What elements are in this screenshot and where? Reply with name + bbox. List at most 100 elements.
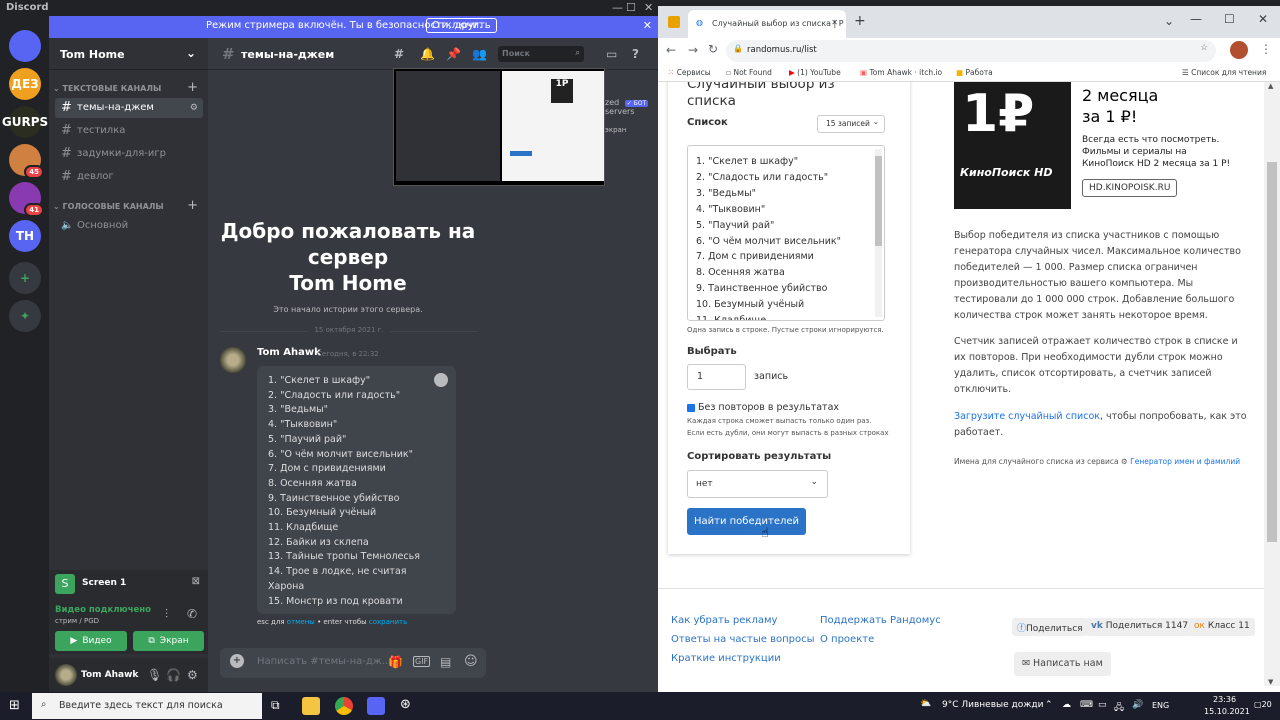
search-input[interactable]: Поиск ⌕ <box>498 46 584 62</box>
load-random-list-link[interactable]: Загрузите случайный список <box>954 411 1100 422</box>
taskbar-search-input[interactable]: ⌕ Введите здесь текст для поиска <box>32 693 262 719</box>
unity-icon[interactable]: ⊛ <box>400 697 411 712</box>
channel-item[interactable]: # девлог <box>55 167 203 187</box>
bell-icon[interactable]: 🔔 <box>420 47 435 61</box>
close-icon[interactable]: ✕ <box>1258 12 1268 26</box>
voice-category[interactable]: ⌄ ГОЛОСОВЫЕ КАНАЛЫ <box>53 202 164 211</box>
server-icon[interactable]: 41 <box>9 182 44 217</box>
maximize-icon[interactable]: ☐ <box>1224 12 1235 26</box>
message-author[interactable]: Tom Ahawk <box>257 347 321 358</box>
footer-link[interactable]: Как убрать рекламу <box>671 615 777 626</box>
ad-banner[interactable]: 1₽ КиноПоиск HD 2 месяца за 1 ₽! Всегда е… <box>944 82 1237 213</box>
file-explorer-icon[interactable] <box>302 697 320 715</box>
winners-count-input[interactable]: 1 <box>687 364 746 390</box>
notifications-icon[interactable]: ▢20 <box>1254 700 1272 709</box>
channel-item[interactable]: # тестилка <box>55 121 203 141</box>
screen-button[interactable]: ⧉ Экран <box>133 631 204 651</box>
headphones-icon[interactable]: 🎧 <box>166 668 181 682</box>
text-category[interactable]: ⌄ ТЕКСТОВЫЕ КАНАЛЫ <box>53 84 161 93</box>
forward-icon[interactable]: → <box>688 43 698 57</box>
settings-icon[interactable]: ⚙ <box>190 98 198 118</box>
pin-icon[interactable]: 📌 <box>446 47 461 61</box>
footer-link[interactable]: О проекте <box>820 634 874 645</box>
sticker-icon[interactable]: ▤ <box>440 655 451 669</box>
members-icon[interactable]: 👥 <box>472 47 487 61</box>
page-scrollbar[interactable]: ▲ ▼ <box>1264 82 1280 686</box>
star-icon[interactable]: ☆ <box>1200 43 1208 53</box>
video-button[interactable]: ▶ Видео <box>55 631 127 651</box>
gif-icon[interactable]: GIF <box>413 656 431 667</box>
avatar[interactable] <box>220 347 246 373</box>
checkbox-checked-icon[interactable] <box>687 403 695 412</box>
discord-taskbar-icon[interactable] <box>367 697 385 715</box>
maximize-icon[interactable]: ☐ <box>626 1 636 14</box>
cloud-icon[interactable]: ☁ <box>1062 700 1071 710</box>
new-tab-icon[interactable]: + <box>854 13 866 29</box>
close-screen-icon[interactable]: ⊠ <box>192 576 200 587</box>
close-icon[interactable]: ✕ <box>644 1 653 14</box>
server-header[interactable]: Tom Home ⌄ <box>49 38 208 70</box>
list-textarea[interactable]: 1. "Скелет в шкафу" 2. "Сладость или гадо… <box>687 145 885 321</box>
emoji-icon[interactable]: ☺ <box>464 654 478 669</box>
chevron-down-icon[interactable]: ⌄ <box>186 46 196 60</box>
browser-tab[interactable]: ◍ Случайный выбор из списка | Р ✕ <box>688 10 846 38</box>
network-icon[interactable]: ⌨ <box>1080 700 1093 710</box>
tray-chevron-icon[interactable]: ⌃ <box>1045 700 1053 710</box>
footer-link[interactable]: Ответы на частые вопросы <box>671 634 814 645</box>
server-icon[interactable]: 45 <box>9 144 44 179</box>
write-us-button[interactable]: ✉ Написать нам <box>1014 652 1111 676</box>
help-icon[interactable]: ? <box>632 47 639 61</box>
disable-streamer-button[interactable]: Отключить <box>426 18 497 33</box>
cancel-link[interactable]: отмены <box>287 618 315 626</box>
channel-item[interactable]: # задумки-для-игр <box>55 144 203 164</box>
add-voice-icon[interactable]: + <box>187 198 198 213</box>
scroll-up-icon[interactable]: ▲ <box>1268 82 1273 90</box>
ad-button[interactable]: HD.KINOPOISK.RU <box>1082 179 1178 197</box>
minimize-icon[interactable]: — <box>612 1 623 14</box>
server-icon[interactable]: ДЕЗ <box>9 68 41 100</box>
back-icon[interactable]: ← <box>666 43 676 57</box>
volume-icon[interactable]: 🔊 <box>1132 700 1143 710</box>
discord-home-icon[interactable] <box>9 30 41 62</box>
close-tab-icon[interactable]: ✕ <box>831 18 838 27</box>
voice-channel-item[interactable]: 🔈 Основной <box>55 216 203 236</box>
inbox-icon[interactable]: ▭ <box>606 47 617 61</box>
reload-icon[interactable]: ↻ <box>708 42 718 56</box>
server-icon[interactable]: GURPS <box>2 106 48 138</box>
add-server-icon[interactable]: + <box>9 262 41 294</box>
gift-icon[interactable]: 🎁 <box>388 655 403 669</box>
footer-link[interactable]: Краткие инструкции <box>671 653 781 664</box>
chrome-icon[interactable] <box>335 697 353 715</box>
names-generator-link[interactable]: Генератор имен и фамилий <box>1130 457 1240 466</box>
vk-share-button[interactable]: vk Поделиться 1147 <box>1086 618 1194 636</box>
scrollbar-thumb[interactable] <box>1267 162 1277 542</box>
sort-select[interactable]: нет ⌄ <box>687 470 828 498</box>
tab-list-icon[interactable]: ⌄ <box>1164 14 1174 28</box>
server-icon[interactable]: TH <box>9 220 41 252</box>
disconnect-icon[interactable]: ✆ <box>187 607 197 621</box>
ok-share-button[interactable]: ок Класс 11 <box>1189 618 1255 636</box>
bookmark-item[interactable]: ⁙ Сервисы <box>668 68 711 77</box>
address-bar[interactable]: 🔒 randomus.ru/list ☆ <box>726 40 1216 62</box>
close-banner-icon[interactable]: ✕ <box>643 19 652 32</box>
bookmark-item[interactable]: ■ Работа <box>956 68 993 77</box>
tab-search-icon[interactable] <box>668 16 680 28</box>
facebook-share-button[interactable]: ⓕПоделиться <box>1012 618 1088 636</box>
language-indicator[interactable]: ENG <box>1152 701 1169 710</box>
bookmark-item[interactable]: ▫ Not Found <box>726 68 772 77</box>
save-link[interactable]: сохранить <box>369 618 407 626</box>
clock-time[interactable]: 23:36 <box>1213 695 1236 704</box>
bookmark-item[interactable]: ▣ Tom Ahawk · itch.io <box>860 68 942 77</box>
scrollbar-thumb[interactable] <box>875 156 882 246</box>
threads-icon[interactable]: # <box>394 47 404 61</box>
find-winners-button[interactable]: Найти победителей <box>687 508 806 535</box>
message-edit-box[interactable]: 1. "Скелет в шкафу" 2. "Сладость или гадо… <box>257 366 456 614</box>
count-select[interactable]: 15 записей ⌄ <box>817 115 885 133</box>
stream-preview[interactable]: 1P <box>393 68 605 186</box>
emoji-icon[interactable] <box>434 373 448 387</box>
footer-link[interactable]: Поддержать Рандомус <box>820 615 941 626</box>
waveform-icon[interactable]: ⫶ <box>165 607 168 622</box>
task-view-icon[interactable]: ⧉ <box>271 698 280 713</box>
reading-list[interactable]: ☰ Список для чтения <box>1182 68 1266 77</box>
weather-text[interactable]: 9°C Ливневые дожди <box>942 700 1043 710</box>
